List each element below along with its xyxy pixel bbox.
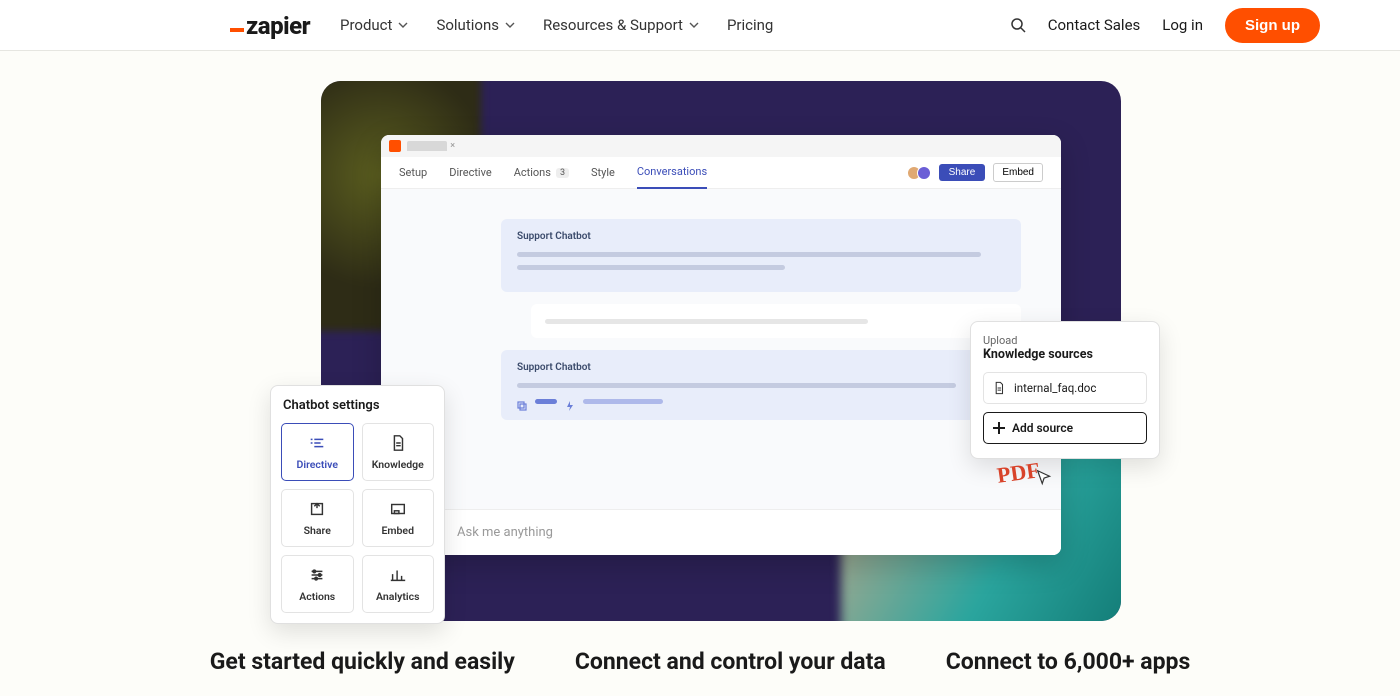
panel-title: Chatbot settings — [283, 398, 432, 413]
bot-name: Support Chatbot — [517, 231, 1005, 242]
nav-link-label: Product — [340, 16, 392, 34]
chevron-down-icon — [689, 20, 699, 30]
copy-icon[interactable] — [517, 396, 527, 406]
text-placeholder — [545, 319, 868, 324]
conversation-pane: Support Chatbot Support Chatbot — [381, 189, 1061, 555]
user-message — [531, 304, 1021, 338]
signup-button[interactable]: Sign up — [1225, 8, 1320, 43]
brand-logo[interactable]: zapier — [230, 12, 310, 40]
app-logo-icon — [389, 140, 401, 152]
plus-icon — [992, 421, 1006, 435]
login-link[interactable]: Log in — [1162, 16, 1203, 34]
brand-mark-icon — [230, 28, 244, 32]
nav-link-pricing[interactable]: Pricing — [727, 16, 773, 34]
option-knowledge[interactable]: Knowledge — [362, 423, 435, 481]
embed-icon — [389, 500, 407, 518]
document-icon — [389, 434, 407, 452]
text-lines-icon — [308, 434, 326, 452]
option-analytics[interactable]: Analytics — [362, 555, 435, 613]
nav-link-product[interactable]: Product — [340, 16, 408, 34]
option-label: Analytics — [376, 590, 419, 603]
option-label: Knowledge — [372, 458, 424, 471]
bot-name: Support Chatbot — [517, 362, 1005, 373]
bot-message: Support Chatbot — [501, 219, 1021, 292]
chip-placeholder — [583, 399, 663, 404]
message-input[interactable]: Ask me anything — [441, 509, 1061, 555]
chip-placeholder — [535, 399, 557, 404]
sliders-icon — [308, 566, 326, 584]
embed-button[interactable]: Embed — [993, 163, 1043, 182]
input-placeholder: Ask me anything — [457, 525, 553, 540]
feature-heading: Connect to 6,000+ apps — [946, 648, 1191, 675]
tab-conversations[interactable]: Conversations — [637, 157, 707, 189]
collaborator-avatars[interactable] — [911, 166, 931, 180]
nav-right: Contact Sales Log in Sign up — [1010, 8, 1320, 43]
share-icon — [308, 500, 326, 518]
option-share[interactable]: Share — [281, 489, 354, 547]
contact-sales-link[interactable]: Contact Sales — [1048, 16, 1141, 34]
text-placeholder — [517, 252, 981, 257]
pdf-drag-indicator: PDF — [997, 456, 1056, 490]
file-name: internal_faq.doc — [1014, 381, 1096, 395]
upload-title: Knowledge sources — [983, 347, 1147, 362]
app-titlebar: × — [381, 135, 1061, 157]
option-label: Directive — [297, 458, 338, 471]
file-icon — [992, 381, 1006, 395]
nav-link-solutions[interactable]: Solutions — [436, 16, 515, 34]
primary-nav-links: Product Solutions Resources & Support Pr… — [340, 16, 773, 34]
chevron-down-icon — [505, 20, 515, 30]
tab-directive[interactable]: Directive — [449, 166, 491, 179]
tab-style[interactable]: Style — [591, 166, 615, 179]
option-label: Embed — [381, 524, 414, 537]
feature-heading: Connect and control your data — [575, 648, 886, 675]
nav-link-resources[interactable]: Resources & Support — [543, 16, 699, 34]
message-actions — [517, 396, 1005, 406]
app-window: × Setup Directive Actions 3 Style Conver… — [381, 135, 1061, 555]
option-actions[interactable]: Actions — [281, 555, 354, 613]
knowledge-file[interactable]: internal_faq.doc — [983, 372, 1147, 404]
upload-subtitle: Upload — [983, 334, 1147, 347]
bolt-icon[interactable] — [565, 396, 575, 406]
avatar — [917, 166, 931, 180]
upload-panel: Upload Knowledge sources internal_faq.do… — [970, 321, 1160, 459]
brand-name: zapier — [246, 12, 310, 40]
tab-actions[interactable]: Actions 3 — [514, 166, 569, 179]
feature-columns: Get started quickly and easily Connect a… — [0, 648, 1400, 675]
add-source-button[interactable]: Add source — [983, 412, 1147, 444]
search-icon[interactable] — [1010, 17, 1026, 33]
bot-message: Support Chatbot — [501, 350, 1021, 420]
share-button[interactable]: Share — [939, 164, 986, 181]
close-icon[interactable]: × — [450, 141, 455, 151]
chevron-down-icon — [398, 20, 408, 30]
add-source-label: Add source — [1012, 421, 1073, 435]
text-placeholder — [517, 265, 785, 270]
option-embed[interactable]: Embed — [362, 489, 435, 547]
option-label: Actions — [299, 590, 335, 603]
nav-link-label: Pricing — [727, 16, 773, 34]
tab-label: Actions — [514, 166, 551, 179]
app-tabs: Setup Directive Actions 3 Style Conversa… — [381, 157, 1061, 189]
option-directive[interactable]: Directive — [281, 423, 354, 481]
chart-icon — [389, 566, 407, 584]
top-nav: zapier Product Solutions Resources & Sup… — [0, 0, 1400, 51]
window-tab[interactable]: × — [407, 141, 447, 151]
nav-link-label: Resources & Support — [543, 16, 683, 34]
nav-link-label: Solutions — [436, 16, 499, 34]
actions-count-badge: 3 — [556, 168, 569, 178]
app-tabs-right: Share Embed — [911, 163, 1043, 182]
option-label: Share — [304, 524, 331, 537]
feature-heading: Get started quickly and easily — [210, 648, 515, 675]
chatbot-settings-panel: Chatbot settings Directive Knowledge Sha… — [270, 385, 445, 624]
tab-setup[interactable]: Setup — [399, 166, 427, 179]
text-placeholder — [517, 383, 956, 388]
